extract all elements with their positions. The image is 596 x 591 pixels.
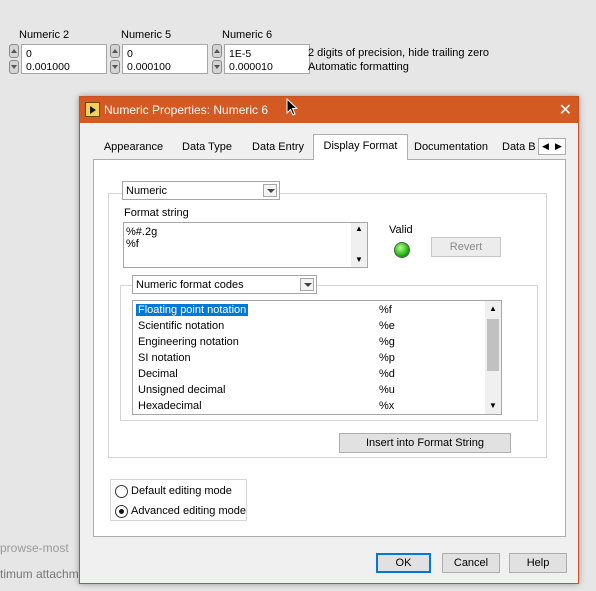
display-format-panel: Numeric Format string %#.2g %f ▲ ▼ Valid… xyxy=(93,159,566,537)
close-icon[interactable]: ✕ xyxy=(559,100,572,120)
numeric-2-field[interactable]: 0 0.001000 xyxy=(21,44,107,74)
numeric-5-value-alt: 0.000100 xyxy=(127,61,171,73)
scroll-down-icon[interactable]: ▼ xyxy=(355,255,363,264)
mouse-cursor-icon xyxy=(286,98,299,116)
tab-appearance[interactable]: Appearance xyxy=(98,137,169,159)
cancel-button[interactable]: Cancel xyxy=(442,553,500,573)
title-bar[interactable]: Numeric Properties: Numeric 6 ✕ xyxy=(80,97,578,123)
codes-select[interactable]: Numeric format codes xyxy=(132,275,317,294)
scroll-up-icon[interactable]: ▲ xyxy=(355,224,363,233)
valid-indicator-icon xyxy=(394,242,410,258)
numeric-5-label: Numeric 5 xyxy=(121,29,172,41)
format-string-line-1: %#.2g xyxy=(126,226,158,238)
scroll-up-icon[interactable]: ▲ xyxy=(489,304,497,313)
advanced-mode-radio[interactable] xyxy=(115,505,128,518)
numeric-2-value-alt: 0.001000 xyxy=(26,61,70,73)
tab-data-binding[interactable]: Data B xyxy=(502,137,540,159)
tab-scroll-buttons[interactable]: ◀ ▶ xyxy=(538,138,566,155)
tab-documentation[interactable]: Documentation xyxy=(410,137,492,159)
numeric-6-field[interactable]: 1E-5 0.000010 xyxy=(224,44,310,74)
precision-note: 2 digits of precision, hide trailing zer… xyxy=(308,47,489,59)
codes-scrollbar[interactable]: ▲ ▼ xyxy=(485,301,501,414)
chevron-left-icon[interactable]: ◀ xyxy=(542,141,549,152)
default-mode-radio[interactable] xyxy=(115,485,128,498)
tab-data-type[interactable]: Data Type xyxy=(174,137,240,159)
type-select-value: Numeric xyxy=(126,185,167,197)
default-mode-label[interactable]: Default editing mode xyxy=(131,485,232,497)
list-item[interactable]: Hexadecimal %x xyxy=(135,399,475,415)
numeric-2-label: Numeric 2 xyxy=(19,29,70,41)
numeric-2-value: 0 xyxy=(26,48,32,60)
list-item[interactable]: Engineering notation %g xyxy=(135,335,475,351)
background-text-2: timum attachm xyxy=(0,567,79,581)
format-string-scrollbar[interactable]: ▲ ▼ xyxy=(351,223,367,267)
advanced-mode-label[interactable]: Advanced editing mode xyxy=(131,505,246,517)
insert-format-button[interactable]: Insert into Format String xyxy=(339,433,511,453)
numeric-6-spinner[interactable] xyxy=(212,44,222,74)
format-string-input[interactable]: %#.2g %f ▲ ▼ xyxy=(123,222,368,268)
labview-icon xyxy=(85,102,100,117)
format-string-line-2: %f xyxy=(126,238,139,250)
numeric-properties-dialog: Numeric Properties: Numeric 6 ✕ Appearan… xyxy=(79,96,579,584)
list-item[interactable]: SI notation %p xyxy=(135,351,475,367)
list-item[interactable]: Floating point notation %f xyxy=(135,303,475,319)
list-item[interactable]: Unsigned decimal %u xyxy=(135,383,475,399)
scroll-thumb[interactable] xyxy=(487,319,499,371)
tab-data-entry[interactable]: Data Entry xyxy=(245,137,311,159)
numeric-6-value: 1E-5 xyxy=(229,48,252,60)
valid-label: Valid xyxy=(389,224,413,236)
background-text-1: prowse-most xyxy=(0,541,69,555)
list-item[interactable]: Decimal %d xyxy=(135,367,475,383)
format-codes-list[interactable]: Floating point notation %f Scientific not… xyxy=(132,300,502,415)
codes-select-value: Numeric format codes xyxy=(136,279,244,291)
chevron-down-icon[interactable] xyxy=(300,278,314,291)
numeric-2-spinner[interactable] xyxy=(9,44,19,74)
numeric-5-value: 0 xyxy=(127,48,133,60)
chevron-right-icon[interactable]: ▶ xyxy=(555,141,562,152)
revert-button[interactable]: Revert xyxy=(431,237,501,257)
ok-button[interactable]: OK xyxy=(376,553,431,573)
numeric-5-spinner[interactable] xyxy=(110,44,120,74)
formatting-note: Automatic formatting xyxy=(308,61,409,73)
type-select[interactable]: Numeric xyxy=(122,181,280,200)
format-string-label: Format string xyxy=(124,207,189,219)
dialog-title: Numeric Properties: Numeric 6 xyxy=(104,103,269,117)
numeric-5-field[interactable]: 0 0.000100 xyxy=(122,44,208,74)
tab-display-format[interactable]: Display Format xyxy=(313,134,408,160)
scroll-down-icon[interactable]: ▼ xyxy=(489,401,497,410)
chevron-down-icon[interactable] xyxy=(263,184,277,197)
numeric-6-value-alt: 0.000010 xyxy=(229,61,273,73)
numeric-6-label: Numeric 6 xyxy=(222,29,273,41)
list-item[interactable]: Scientific notation %e xyxy=(135,319,475,335)
help-button[interactable]: Help xyxy=(509,553,567,573)
